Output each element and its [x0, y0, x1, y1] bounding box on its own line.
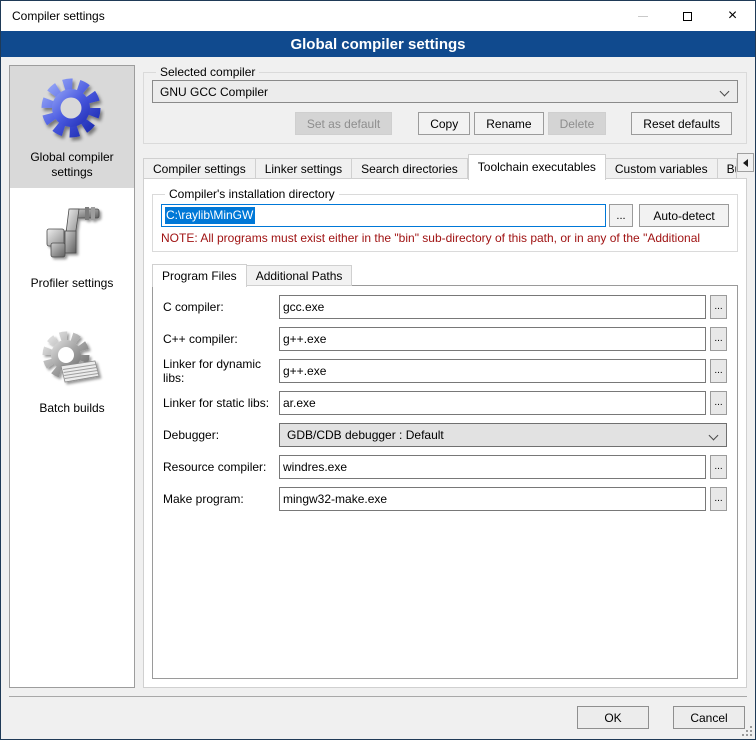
linker-dynamic-label: Linker for dynamic libs: [163, 357, 279, 385]
tab-linker-settings[interactable]: Linker settings [256, 158, 352, 179]
reset-defaults-button[interactable]: Reset defaults [631, 112, 732, 135]
cpp-compiler-input[interactable]: g++.exe [279, 327, 706, 351]
tab-scroll-left-button[interactable] [737, 153, 754, 172]
chevron-down-icon [709, 431, 719, 441]
window-controls: × [620, 1, 755, 31]
linker-static-label: Linker for static libs: [163, 396, 279, 410]
sidebar-item-label: Global compiler settings [12, 150, 132, 180]
tab-additional-paths[interactable]: Additional Paths [247, 265, 353, 286]
installation-directory-row: C:\raylib\MinGW ... Auto-detect [161, 204, 729, 227]
selected-compiler-dropdown[interactable]: GNU GCC Compiler [152, 80, 738, 103]
sidebar-item-label: Batch builds [12, 401, 132, 416]
set-as-default-button[interactable]: Set as default [295, 112, 392, 135]
make-program-browse-button[interactable]: ... [710, 487, 727, 511]
linker-static-value: ar.exe [283, 396, 316, 410]
tab-search-directories[interactable]: Search directories [352, 158, 468, 179]
resize-grip[interactable] [750, 726, 752, 728]
linker-static-input[interactable]: ar.exe [279, 391, 706, 415]
linker-static-browse-button[interactable]: ... [710, 391, 727, 415]
sidebar-item-label: Profiler settings [12, 276, 132, 291]
maximize-icon [683, 12, 692, 21]
minimize-button[interactable] [620, 1, 665, 31]
cpp-compiler-row: C++ compiler: g++.exe ... [163, 327, 727, 351]
cpp-compiler-label: C++ compiler: [163, 332, 279, 346]
selected-compiler-value: GNU GCC Compiler [160, 85, 268, 99]
copy-button[interactable]: Copy [418, 112, 470, 135]
window-title: Compiler settings [12, 9, 105, 23]
auto-detect-button[interactable]: Auto-detect [639, 204, 729, 227]
main-panel: Selected compiler GNU GCC Compiler Set a… [143, 65, 747, 688]
installation-directory-value: C:\raylib\MinGW [165, 207, 255, 224]
make-program-row: Make program: mingw32-make.exe ... [163, 487, 727, 511]
chevron-down-icon [720, 87, 730, 97]
rename-button[interactable]: Rename [474, 112, 543, 135]
arrow-left-icon [743, 159, 748, 167]
installation-directory-label: Compiler's installation directory [165, 187, 339, 201]
tab-build-options[interactable]: Build options [718, 158, 737, 179]
make-program-input[interactable]: mingw32-make.exe [279, 487, 706, 511]
dialog-buttons: OK Cancel [1, 697, 755, 738]
installation-note: NOTE: All programs must exist either in … [161, 231, 729, 245]
debugger-dropdown[interactable]: GDB/CDB debugger : Default [279, 423, 727, 447]
cancel-button[interactable]: Cancel [673, 706, 745, 729]
sidebar-item-global-compiler-settings[interactable]: Global compiler settings [10, 66, 134, 188]
program-tabs: Program Files Additional Paths [152, 262, 738, 286]
installation-directory-input[interactable]: C:\raylib\MinGW [161, 204, 606, 227]
tab-toolchain-executables[interactable]: Toolchain executables [468, 154, 606, 180]
ok-button[interactable]: OK [577, 706, 649, 729]
installation-directory-browse-button[interactable]: ... [609, 204, 633, 227]
resource-compiler-browse-button[interactable]: ... [710, 455, 727, 479]
tab-custom-variables[interactable]: Custom variables [606, 158, 718, 179]
linker-dynamic-row: Linker for dynamic libs: g++.exe ... [163, 359, 727, 383]
make-program-value: mingw32-make.exe [283, 492, 387, 506]
caliper-icon [12, 200, 132, 272]
tab-scroll-buttons [737, 153, 756, 172]
resource-compiler-row: Resource compiler: windres.exe ... [163, 455, 727, 479]
selected-compiler-group-label: Selected compiler [156, 65, 259, 79]
toolchain-executables-page: Compiler's installation directory C:\ray… [143, 178, 747, 688]
blue-gear-icon [12, 74, 132, 146]
linker-dynamic-input[interactable]: g++.exe [279, 359, 706, 383]
delete-button[interactable]: Delete [548, 112, 607, 135]
linker-dynamic-value: g++.exe [283, 364, 326, 378]
c-compiler-label: C compiler: [163, 300, 279, 314]
debugger-row: Debugger: GDB/CDB debugger : Default [163, 423, 727, 447]
c-compiler-row: C compiler: gcc.exe ... [163, 295, 727, 319]
c-compiler-browse-button[interactable]: ... [710, 295, 727, 319]
c-compiler-input[interactable]: gcc.exe [279, 295, 706, 319]
cpp-compiler-value: g++.exe [283, 332, 326, 346]
installation-directory-group: Compiler's installation directory C:\ray… [152, 187, 738, 252]
compiler-settings-window: Compiler settings × Global compiler sett… [0, 0, 756, 740]
gray-gear-stack-icon [12, 325, 132, 397]
linker-dynamic-browse-button[interactable]: ... [710, 359, 727, 383]
page-title: Global compiler settings [1, 31, 755, 57]
resource-compiler-label: Resource compiler: [163, 460, 279, 474]
c-compiler-value: gcc.exe [283, 300, 324, 314]
close-button[interactable]: × [710, 1, 755, 31]
sidebar-item-profiler-settings[interactable]: Profiler settings [10, 192, 134, 299]
program-files-panel: C compiler: gcc.exe ... C++ compiler: g+… [152, 285, 738, 679]
cpp-compiler-browse-button[interactable]: ... [710, 327, 727, 351]
debugger-value: GDB/CDB debugger : Default [287, 428, 444, 442]
resource-compiler-input[interactable]: windres.exe [279, 455, 706, 479]
dialog-body: Global compiler settings [1, 57, 755, 696]
sidebar-item-batch-builds[interactable]: Batch builds [10, 317, 134, 424]
tab-compiler-settings[interactable]: Compiler settings [143, 158, 256, 179]
settings-category-list: Global compiler settings [9, 65, 135, 688]
make-program-label: Make program: [163, 492, 279, 506]
compiler-actions-row: Set as default Copy Rename Delete Reset … [152, 112, 738, 135]
selected-compiler-group: Selected compiler GNU GCC Compiler Set a… [143, 65, 747, 144]
tab-program-files[interactable]: Program Files [152, 264, 247, 287]
close-icon: × [728, 8, 737, 24]
debugger-label: Debugger: [163, 428, 279, 442]
minimize-icon [638, 16, 648, 17]
linker-static-row: Linker for static libs: ar.exe ... [163, 391, 727, 415]
settings-tabs: Compiler settings Linker settings Search… [143, 152, 747, 179]
titlebar: Compiler settings × [1, 1, 755, 31]
resource-compiler-value: windres.exe [283, 460, 347, 474]
maximize-button[interactable] [665, 1, 710, 31]
